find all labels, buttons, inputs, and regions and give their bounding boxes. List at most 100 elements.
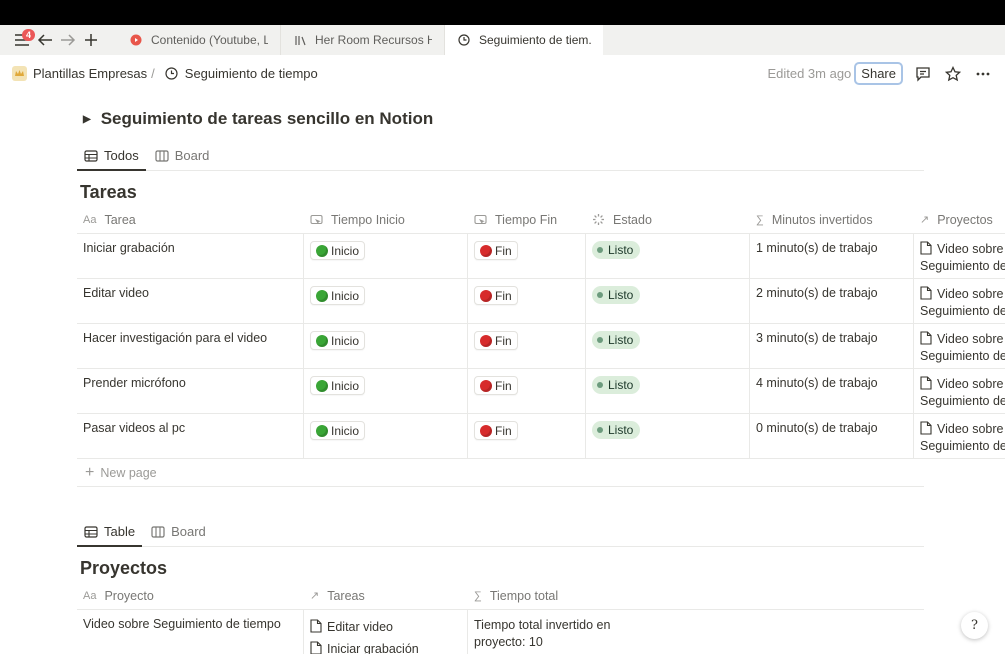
comments-button[interactable] [909, 60, 937, 88]
table-row[interactable]: Prender micrófono Inicio Fin Listo 4 minuto(… [77, 369, 1005, 414]
table-row[interactable]: Pasar videos al pc Inicio Fin Listo 0 minuto… [77, 414, 1005, 459]
relation-item[interactable]: Video sobre [920, 421, 1005, 438]
view-tab-board[interactable]: Board [144, 517, 213, 546]
crown-icon [12, 66, 27, 81]
status-badge: Listo [592, 286, 641, 304]
relation-item[interactable]: Editar video [310, 616, 461, 638]
cell-tarea[interactable]: Editar video [77, 279, 304, 323]
sidebar-menu-button[interactable]: 4 [10, 28, 35, 52]
inicio-button[interactable]: Inicio [310, 286, 366, 305]
task-title: Iniciar grabación [83, 241, 175, 255]
relation-item[interactable]: Iniciar grabación [310, 638, 461, 654]
favorite-button[interactable] [939, 60, 967, 88]
breadcrumb-label: Plantillas Empresas [33, 66, 148, 81]
breadcrumb-workspace[interactable]: Plantillas Empresas [0, 66, 147, 81]
cell-estado[interactable]: Listo [586, 279, 750, 323]
fin-button[interactable]: Fin [474, 421, 518, 440]
button-label: Inicio [331, 423, 360, 438]
column-header-tareas[interactable]: ↗ Tareas [304, 582, 468, 609]
cell-minutos[interactable]: 1 minuto(s) de trabajo [750, 234, 914, 278]
text-property-icon: Aa [83, 213, 97, 226]
fin-button[interactable]: Fin [474, 331, 518, 350]
column-header-estado[interactable]: Estado [586, 206, 750, 233]
tab-label: Seguimiento de tiem... [479, 33, 591, 47]
cell-tarea[interactable]: Hacer investigación para el video [77, 324, 304, 368]
inicio-button[interactable]: Inicio [310, 376, 366, 395]
button-label: Inicio [331, 378, 360, 393]
fin-button[interactable]: Fin [474, 286, 518, 305]
column-header-tiempo-total[interactable]: ∑ Tiempo total [468, 582, 632, 609]
cell-tiempo-fin: Fin [468, 279, 586, 323]
table-row[interactable]: Video sobre Seguimiento de tiempo Editar… [77, 610, 924, 654]
back-button[interactable] [33, 28, 56, 52]
fin-button[interactable]: Fin [474, 376, 518, 395]
relation-icon: ↗ [920, 214, 930, 226]
formula-icon: ∑ [474, 589, 482, 602]
fin-button[interactable]: Fin [474, 241, 518, 260]
view-tab-todos[interactable]: Todos [77, 141, 146, 171]
inicio-button[interactable]: Inicio [310, 421, 366, 440]
tab-contenido[interactable]: Contenido (Youtube, LI [117, 25, 281, 55]
cell-proyectos[interactable]: Video sobre Seguimiento de [914, 369, 1005, 413]
green-circle-icon [316, 244, 328, 257]
cell-proyectos[interactable]: Video sobre Seguimiento de [914, 414, 1005, 458]
table-row[interactable]: Hacer investigación para el video Inicio F… [77, 324, 1005, 369]
forward-button[interactable] [56, 28, 79, 52]
cell-minutos[interactable]: 0 minuto(s) de trabajo [750, 414, 914, 458]
status-badge: Listo [592, 331, 641, 349]
column-header-proyectos[interactable]: ↗ Proyectos [914, 206, 1005, 233]
relation-label: Iniciar grabación [327, 642, 419, 654]
cell-estado[interactable]: Listo [586, 234, 750, 278]
table-row[interactable]: Iniciar grabación Inicio Fin Listo 1 minuto(… [77, 234, 1005, 279]
cell-tareas[interactable]: Editar video Iniciar grabación [304, 610, 468, 654]
relation-item[interactable]: Video sobre [920, 376, 1005, 393]
cell-estado[interactable]: Listo [586, 414, 750, 458]
cell-minutos[interactable]: 4 minuto(s) de trabajo [750, 369, 914, 413]
formula-value: 4 minuto(s) de trabajo [756, 376, 878, 390]
breadcrumb-page[interactable]: Seguimiento de tiempo [160, 66, 318, 81]
inicio-button[interactable]: Inicio [310, 241, 366, 260]
column-header-tarea[interactable]: Aa Tarea [77, 206, 304, 233]
cell-proyecto[interactable]: Video sobre Seguimiento de tiempo [77, 610, 304, 654]
cell-estado[interactable]: Listo [586, 324, 750, 368]
cell-tarea[interactable]: Pasar videos al pc [77, 414, 304, 458]
share-button[interactable]: Share [854, 62, 903, 85]
cell-estado[interactable]: Listo [586, 369, 750, 413]
relation-label-cont: Seguimiento de [920, 349, 1005, 363]
cell-minutos[interactable]: 3 minuto(s) de trabajo [750, 324, 914, 368]
view-tab-board[interactable]: Board [148, 141, 217, 170]
column-header-proyecto[interactable]: Aa Proyecto [77, 582, 304, 609]
tab-her-room[interactable]: Her Room Recursos Hum [281, 25, 445, 55]
cell-proyectos[interactable]: Video sobre Seguimiento de [914, 324, 1005, 368]
table-row[interactable]: Editar video Inicio Fin Listo 2 minuto(s) de… [77, 279, 1005, 324]
help-button[interactable]: ? [961, 612, 988, 639]
new-page-button[interactable]: + New page [77, 459, 924, 487]
view-tab-label: Todos [104, 148, 139, 163]
view-tab-table[interactable]: Table [77, 517, 143, 547]
column-header-tiempo-inicio[interactable]: Tiempo Inicio [304, 206, 468, 233]
more-options-button[interactable] [969, 60, 997, 88]
status-icon [592, 213, 605, 226]
toggle-heading: ▶ Seguimiento de tareas sencillo en Noti… [83, 109, 433, 129]
table-icon [84, 525, 98, 538]
toggle-triangle-icon[interactable]: ▶ [83, 114, 91, 125]
column-label: Tarea [104, 212, 136, 227]
edited-timestamp: Edited 3m ago [767, 66, 852, 81]
formula-icon: ∑ [756, 213, 764, 226]
inicio-button[interactable]: Inicio [310, 331, 366, 350]
cell-minutos[interactable]: 2 minuto(s) de trabajo [750, 279, 914, 323]
new-tab-button[interactable] [79, 28, 102, 52]
relation-item[interactable]: Video sobre [920, 241, 1005, 258]
cell-tiempo-total[interactable]: Tiempo total invertido en proyecto: 10 [468, 610, 632, 654]
column-header-minutos[interactable]: ∑ Minutos invertidos [750, 206, 914, 233]
cell-tarea[interactable]: Prender micrófono [77, 369, 304, 413]
cell-proyectos[interactable]: Video sobre Seguimiento de [914, 279, 1005, 323]
status-dot-icon [597, 292, 603, 298]
relation-item[interactable]: Video sobre [920, 286, 1005, 303]
relation-item[interactable]: Video sobre [920, 331, 1005, 348]
column-header-tiempo-fin[interactable]: Tiempo Fin [468, 206, 586, 233]
cell-proyectos[interactable]: Video sobre Seguimiento de [914, 234, 1005, 278]
cell-tarea[interactable]: Iniciar grabación [77, 234, 304, 278]
tab-seguimiento[interactable]: Seguimiento de tiem... [445, 25, 603, 55]
arrow-right-icon [60, 34, 75, 46]
